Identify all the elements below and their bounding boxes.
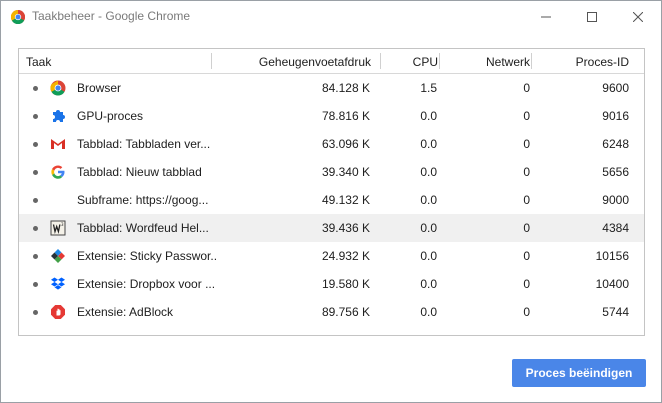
row-task-name: Extensie: AdBlock xyxy=(77,305,174,319)
google-icon xyxy=(51,165,65,179)
row-bullet xyxy=(33,254,38,259)
row-network: 0 xyxy=(523,137,530,151)
row-bullet xyxy=(33,310,38,315)
table-row[interactable]: GPU-proces 78.816 K 0.0 0 9016 xyxy=(19,102,644,130)
row-network: 0 xyxy=(523,277,530,291)
end-process-button[interactable]: Proces beëindigen xyxy=(512,359,646,387)
column-divider[interactable] xyxy=(439,53,440,69)
row-task-name: Extensie: Dropbox voor ... xyxy=(77,277,216,291)
row-task-name: Tabblad: Nieuw tabblad xyxy=(77,165,202,179)
minimize-icon xyxy=(541,16,551,18)
row-pid: 10400 xyxy=(595,277,629,291)
maximize-icon xyxy=(587,12,597,22)
table-row[interactable]: Tabblad: Tabbladen ver... 63.096 K 0.0 0… xyxy=(19,130,644,158)
table-header: Taak Geheugenvoetafdruk CPU Netwerk Proc… xyxy=(19,49,644,74)
row-network: 0 xyxy=(523,193,530,207)
column-header-network[interactable]: Netwerk xyxy=(486,55,530,69)
row-pid: 4384 xyxy=(602,221,629,235)
column-divider[interactable] xyxy=(531,53,532,69)
row-pid: 10156 xyxy=(595,249,629,263)
row-memory: 89.756 K xyxy=(321,305,370,319)
row-cpu: 0.0 xyxy=(420,165,437,179)
row-bullet xyxy=(33,114,38,119)
row-task-name: Subframe: https://goog... xyxy=(77,193,209,207)
row-pid: 5656 xyxy=(602,165,629,179)
row-network: 0 xyxy=(523,109,530,123)
column-header-pid[interactable]: Proces-ID xyxy=(576,55,629,69)
row-bullet xyxy=(33,198,38,203)
row-memory: 49.132 K xyxy=(321,193,370,207)
table-row[interactable]: Browser 84.128 K 1.5 0 9600 xyxy=(19,74,644,102)
column-divider[interactable] xyxy=(211,53,212,69)
row-cpu: 0.0 xyxy=(420,137,437,151)
process-table: Taak Geheugenvoetafdruk CPU Netwerk Proc… xyxy=(18,48,645,336)
column-header-memory[interactable]: Geheugenvoetafdruk xyxy=(259,55,371,69)
row-memory: 63.096 K xyxy=(321,137,370,151)
row-bullet xyxy=(33,86,38,91)
dropbox-icon xyxy=(51,277,65,290)
row-cpu: 0.0 xyxy=(420,221,437,235)
row-pid: 9600 xyxy=(602,81,629,95)
row-pid: 9000 xyxy=(602,193,629,207)
row-pid: 9016 xyxy=(602,109,629,123)
adblock-icon xyxy=(51,305,65,319)
maximize-button[interactable] xyxy=(569,1,615,33)
row-bullet xyxy=(33,282,38,287)
wordfeud-icon: 3 xyxy=(50,220,66,236)
column-header-task[interactable]: Taak xyxy=(26,55,51,69)
row-task-name: Extensie: Sticky Passwor... xyxy=(77,249,217,263)
row-memory: 78.816 K xyxy=(321,109,370,123)
row-memory: 19.580 K xyxy=(321,277,370,291)
row-cpu: 0.0 xyxy=(420,249,437,263)
column-header-cpu[interactable]: CPU xyxy=(413,55,438,69)
row-bullet xyxy=(33,142,38,147)
row-bullet xyxy=(33,226,38,231)
close-icon xyxy=(633,12,643,22)
row-network: 0 xyxy=(523,165,530,179)
gmail-icon xyxy=(51,139,65,149)
row-cpu: 1.5 xyxy=(420,81,437,95)
table-row[interactable]: Subframe: https://goog... 49.132 K 0.0 0… xyxy=(19,186,644,214)
row-memory: 39.340 K xyxy=(321,165,370,179)
row-task-name: Tabblad: Tabbladen ver... xyxy=(77,137,211,151)
table-row[interactable]: Extensie: Dropbox voor ... 19.580 K 0.0 … xyxy=(19,270,644,298)
column-divider[interactable] xyxy=(380,53,381,69)
row-network: 0 xyxy=(523,81,530,95)
row-task-name: Tabblad: Wordfeud Hel... xyxy=(77,221,209,235)
row-network: 0 xyxy=(523,305,530,319)
window-title: Taakbeheer - Google Chrome xyxy=(32,9,191,23)
close-button[interactable] xyxy=(615,1,661,33)
title-bar: Taakbeheer - Google Chrome xyxy=(1,1,661,33)
row-network: 0 xyxy=(523,249,530,263)
table-row[interactable]: Extensie: Sticky Passwor... 24.932 K 0.0… xyxy=(19,242,644,270)
row-pid: 6248 xyxy=(602,137,629,151)
row-memory: 39.436 K xyxy=(321,221,370,235)
row-cpu: 0.0 xyxy=(420,305,437,319)
chrome-icon xyxy=(50,80,66,96)
chrome-logo-icon xyxy=(11,10,25,24)
row-task-name: Browser xyxy=(77,81,122,95)
table-row[interactable]: Tabblad: Nieuw tabblad 39.340 K 0.0 0 56… xyxy=(19,158,644,186)
table-row[interactable]: 3 Tabblad: Wordfeud Hel... 39.436 K 0.0 … xyxy=(19,214,644,242)
row-pid: 5744 xyxy=(602,305,629,319)
sticky-password-icon xyxy=(51,249,65,263)
row-network: 0 xyxy=(523,221,530,235)
table-row[interactable]: Extensie: AdBlock 89.756 K 0.0 0 5744 xyxy=(19,298,644,326)
row-cpu: 0.0 xyxy=(420,277,437,291)
row-bullet xyxy=(33,170,38,175)
row-memory: 24.932 K xyxy=(321,249,370,263)
minimize-button[interactable] xyxy=(523,1,569,33)
task-manager-window: Taakbeheer - Google Chrome Taak Geheugen… xyxy=(0,0,662,403)
row-task-name: GPU-proces xyxy=(77,109,144,123)
puzzle-icon xyxy=(53,110,65,122)
row-cpu: 0.0 xyxy=(420,193,437,207)
row-cpu: 0.0 xyxy=(420,109,437,123)
row-memory: 84.128 K xyxy=(321,81,370,95)
